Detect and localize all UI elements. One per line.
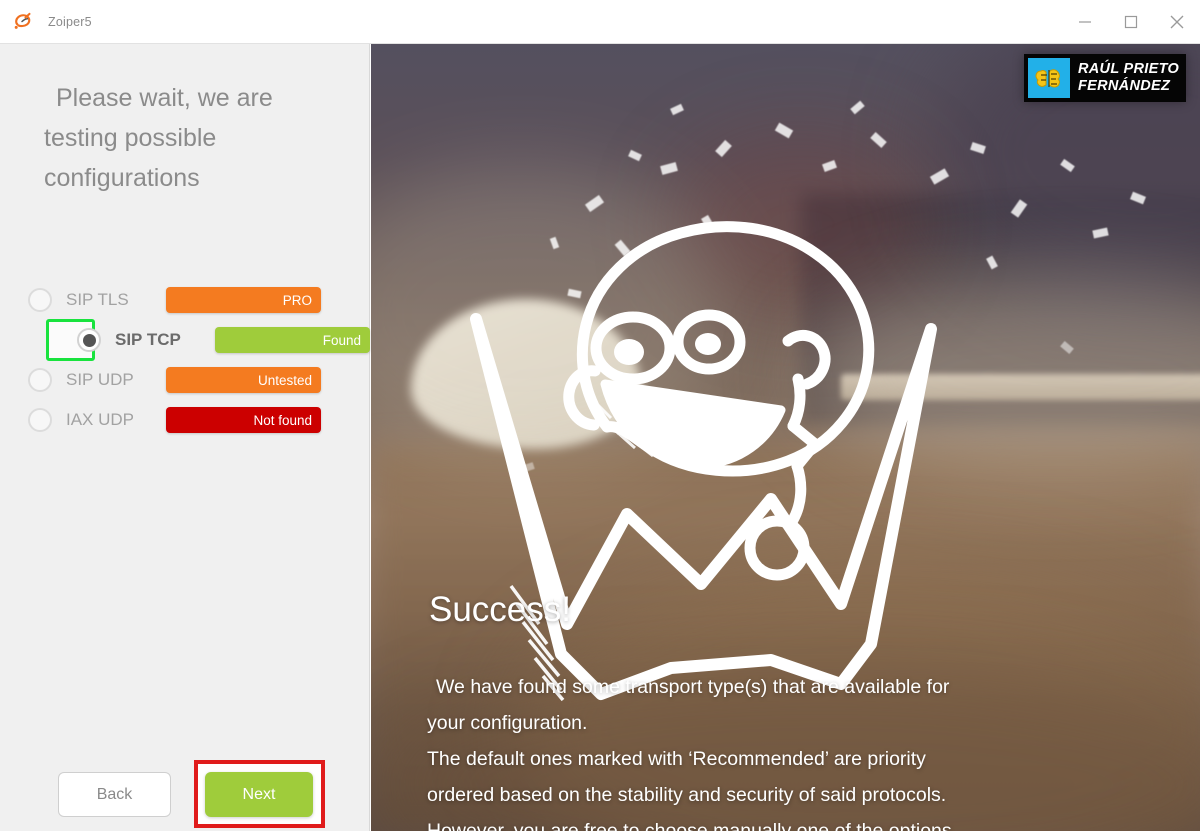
maximize-icon (1124, 15, 1138, 28)
close-button[interactable] (1154, 0, 1200, 43)
transport-row-sip-tls[interactable]: SIP TLS PRO (0, 280, 370, 320)
transport-label: IAX UDP (66, 410, 135, 429)
maximize-button[interactable] (1108, 0, 1154, 43)
transport-row-sip-tcp[interactable]: SIP TCP Found (0, 319, 370, 361)
transport-row-iax-udp[interactable]: IAX UDP Not found (0, 400, 370, 440)
heading-line-3: configurations (44, 164, 200, 192)
transport-list: SIP TLS PRO SIP TCP Found SIP UDP Untest… (0, 280, 370, 440)
transport-row-sip-udp[interactable]: SIP UDP Untested (0, 360, 370, 400)
brain-circuit-icon (1028, 58, 1070, 98)
transport-label: SIP UDP (66, 370, 134, 389)
window-title: Zoiper5 (48, 14, 92, 29)
close-icon (1170, 15, 1184, 28)
watermark-badge: RAÚL PRIETO FERNÁNDEZ (1024, 54, 1186, 102)
zoiper-wizard-window: Zoiper5 Please wait, we are testing poss… (0, 0, 1200, 831)
radio-iax-udp[interactable] (28, 408, 52, 432)
left-panel: Please wait, we are testing possible con… (0, 44, 370, 831)
heading-line-1: Please wait, we are (56, 84, 273, 112)
radio-sip-tls[interactable] (28, 288, 52, 312)
watermark-line-2: FERNÁNDEZ (1078, 78, 1171, 94)
status-badge: PRO (166, 287, 321, 313)
description-line-1: We have found some transport type(s) tha… (436, 676, 950, 698)
success-heading: Success! (429, 590, 571, 629)
next-button[interactable]: Next (205, 772, 313, 817)
watermark-text: RAÚL PRIETO FERNÁNDEZ (1078, 61, 1179, 95)
title-bar: Zoiper5 (0, 0, 1200, 44)
watermark-line-1: RAÚL PRIETO (1078, 61, 1180, 77)
right-panel: Success! We have found some transport ty… (371, 44, 1200, 831)
minimize-button[interactable] (1062, 0, 1108, 43)
description-line-5: However, you are free to choose manually… (427, 820, 952, 831)
transport-label: SIP TCP (115, 330, 181, 349)
back-button[interactable]: Back (58, 772, 171, 817)
description-line-2: your configuration. (427, 712, 588, 734)
description-line-3: The default ones marked with ‘Recommende… (427, 748, 926, 770)
success-description: We have found some transport type(s) tha… (427, 669, 1107, 831)
status-badge: Not found (166, 407, 321, 433)
page-title: Please wait, we are testing possible con… (44, 78, 334, 198)
status-badge: Untested (166, 367, 321, 393)
heading-line-2: testing possible (44, 124, 217, 152)
description-line-4: ordered based on the stability and secur… (427, 784, 947, 806)
radio-sip-udp[interactable] (28, 368, 52, 392)
transport-label: SIP TLS (66, 290, 129, 309)
zoiper-headset-logo-icon (12, 10, 36, 34)
status-badge: Found (215, 327, 370, 353)
minimize-icon (1079, 20, 1091, 23)
radio-sip-tcp[interactable] (77, 328, 101, 352)
